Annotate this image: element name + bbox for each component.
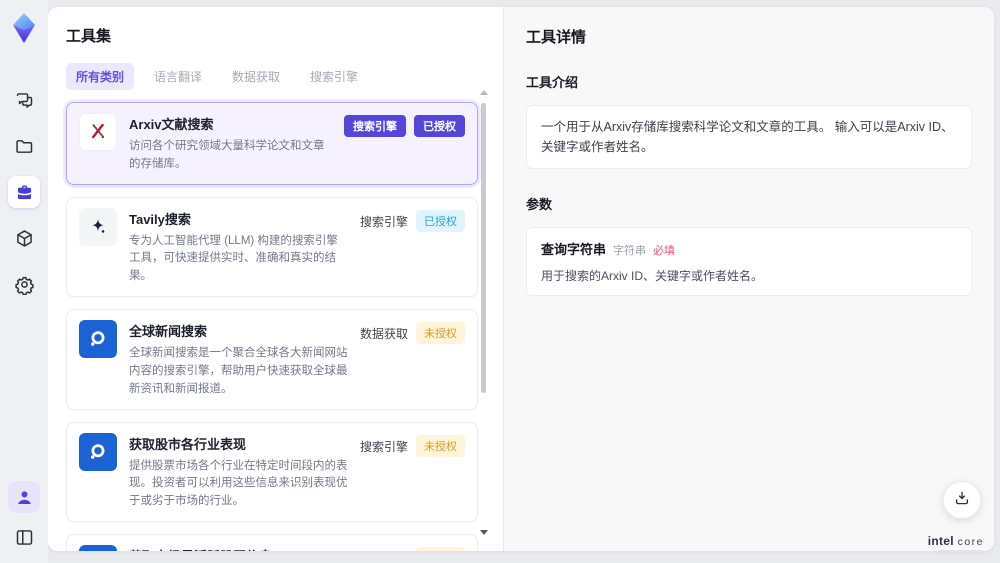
chat-icon — [14, 90, 35, 111]
tool-list: Arxiv文献搜索 访问各个研究领域大量科学论文和文章的存储库。 搜索引擎 已授权 Ta… — [66, 102, 478, 551]
parameter-box: 查询字符串 字符串 必填 用于搜索的Arxiv ID、关键字或作者姓名。 — [526, 227, 972, 296]
tab-category-3[interactable]: 搜索引擎 — [300, 63, 368, 90]
tool-detail-panel: 工具详情 工具介绍 一个用于从Arxiv存储库搜索科学论文和文章的工具。 输入可… — [503, 7, 994, 551]
finance-app-icon — [79, 544, 117, 551]
tab-category-0[interactable]: 所有类别 — [66, 63, 135, 90]
tab-category-1[interactable]: 语言翻译 — [144, 63, 212, 90]
app-logo-icon — [10, 12, 38, 43]
tab-category-2[interactable]: 数据获取 — [222, 63, 290, 90]
parameter-description: 用于搜索的Arxiv ID、关键字或作者姓名。 — [541, 269, 764, 283]
intro-heading: 工具介绍 — [526, 75, 579, 90]
sidebar-item-gear[interactable] — [8, 268, 40, 300]
tool-description: 专为人工智能代理 (LLM) 构建的搜索引擎工具，可快速提供实时、准确和真实的结… — [129, 234, 338, 283]
tool-status-badge: 未授权 — [416, 434, 465, 457]
tool-name: 获取股市各行业表现 — [129, 436, 247, 452]
panel-icon — [14, 527, 35, 548]
app-sidebar — [0, 0, 48, 563]
tool-status-badge: 未授权 — [416, 322, 465, 345]
sidebar-item-cube[interactable] — [8, 222, 40, 254]
parameter-type: 字符串 — [613, 245, 647, 257]
params-heading: 参数 — [526, 197, 553, 212]
tool-list-item[interactable]: Tavily搜索专为人工智能代理 (LLM) 构建的搜索引擎工具，可快速提供实时… — [66, 196, 478, 298]
tool-status-badge: 未授权 — [416, 546, 465, 551]
sidebar-item-user[interactable] — [8, 481, 40, 513]
tool-name: Arxiv文献搜索 — [129, 117, 214, 132]
scroll-up-icon[interactable] — [480, 90, 488, 95]
cube-icon — [14, 228, 35, 249]
tool-description: 全球新闻搜索是一个聚合全球各大新闻网站内容的搜索引擎，帮助用户快速获取全球最新资… — [129, 347, 348, 395]
sidebar-item-panel[interactable] — [8, 521, 40, 553]
tool-category-badge: 搜索引擎 — [359, 214, 408, 229]
tool-list-item[interactable]: 获取股市各行业表现提供股票市场各个行业在特定时间段内的表现。投资者可以利用这些信… — [66, 421, 478, 522]
brand-core-text: core — [957, 536, 984, 548]
arxiv-logo-icon — [79, 113, 117, 151]
tool-list-item[interactable]: 获取市场最活跃股票信息提供当天交易量最高的股票列表。投资者可以利用这些信息来识别… — [66, 533, 478, 551]
gear-icon — [14, 274, 35, 295]
finance-app-icon — [79, 320, 117, 359]
finance-app-icon — [79, 432, 117, 471]
sidebar-item-toolbox[interactable] — [8, 176, 40, 208]
sidebar-item-folder[interactable] — [8, 130, 40, 162]
folder-icon — [14, 136, 35, 157]
parameter-name: 查询字符串 — [541, 242, 607, 257]
sidebar-nav — [8, 84, 40, 300]
tool-category-badge: 搜索引擎 — [360, 547, 408, 551]
tool-name: 获取市场最活跃股票信息 — [129, 546, 348, 551]
brand-intel-text: intel — [927, 534, 954, 548]
tool-name: Tavily搜索 — [129, 211, 191, 227]
detail-title: 工具详情 — [526, 29, 587, 46]
tool-list-item[interactable]: 全球新闻搜索全球新闻搜索是一个聚合全球各大新闻网站内容的搜索引擎，帮助用户快速获… — [66, 309, 478, 410]
page-title: 工具集 — [66, 28, 112, 45]
tool-status-badge: 已授权 — [416, 209, 465, 232]
tool-description: 提供股票市场各个行业在特定时间段内的表现。投资者可以利用这些信息来识别表现优于或… — [129, 459, 348, 508]
tool-list-item[interactable]: Arxiv文献搜索访问各个研究领域大量科学论文和文章的存储库。 搜索引擎 已授权 — [66, 102, 478, 185]
tool-category-badge: 搜索引擎 — [359, 439, 408, 454]
scroll-down-icon[interactable] — [480, 530, 488, 535]
user-icon — [14, 487, 35, 508]
download-button[interactable] — [943, 481, 981, 519]
download-icon — [953, 489, 971, 512]
tool-name: 全球新闻搜索 — [129, 324, 208, 340]
intro-box: 一个用于从Arxiv存储库搜索科学论文和文章的工具。 输入可以是Arxiv ID… — [526, 105, 972, 169]
tool-description: 访问各个研究领域大量科学论文和文章的存储库。 — [129, 140, 325, 170]
tool-status-badge: 已授权 — [414, 115, 465, 137]
tools-list-panel: 工具集 所有类别 语言翻译 数据获取 搜索引擎 Arxiv文献搜索 访问各个研究领域大量… — [48, 7, 503, 551]
toolbox-icon — [14, 182, 35, 203]
brand-subline — [938, 550, 984, 555]
tool-category-badge: 搜索引擎 — [344, 115, 406, 137]
intel-core-logo: intel core — [928, 534, 984, 555]
category-tabs: 所有类别 语言翻译 数据获取 搜索引擎 — [66, 63, 477, 90]
main-window: 工具集 所有类别 语言翻译 数据获取 搜索引擎 Arxiv文献搜索 访问各个研究领域大量… — [48, 7, 994, 551]
tavily-star-icon — [79, 207, 117, 246]
scrollbar-thumb[interactable] — [481, 103, 486, 393]
parameter-required-badge: 必填 — [653, 245, 676, 257]
sidebar-bottom — [8, 481, 40, 553]
tool-category-badge: 数据获取 — [359, 327, 408, 342]
sidebar-item-chat[interactable] — [8, 84, 40, 116]
intro-text: 一个用于从Arxiv存储库搜索科学论文和文章的工具。 输入可以是Arxiv ID… — [541, 120, 954, 154]
